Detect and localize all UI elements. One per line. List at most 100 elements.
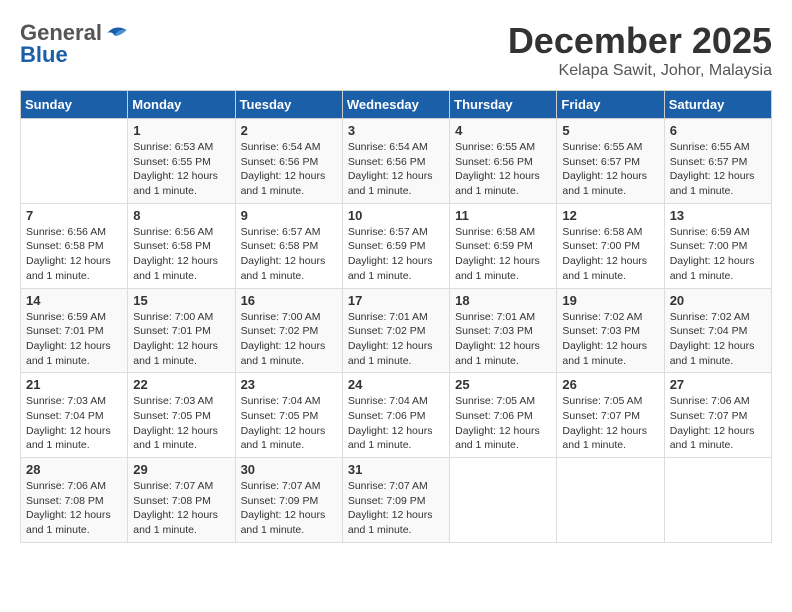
location-text: Kelapa Sawit, Johor, Malaysia <box>508 62 772 80</box>
day-number: 25 <box>455 377 551 392</box>
calendar-cell: 19 Sunrise: 7:02 AM Sunset: 7:03 PM Dayli… <box>557 288 664 373</box>
calendar-cell: 1 Sunrise: 6:53 AM Sunset: 6:55 PM Daylig… <box>128 119 235 204</box>
calendar-cell: 21Sunrise: 7:03 AM Sunset: 7:04 PM Dayli… <box>21 373 128 458</box>
day-info: Sunrise: 6:55 AM Sunset: 6:57 PM Dayligh… <box>670 140 766 199</box>
day-number: 6 <box>670 123 766 138</box>
day-number: 11 <box>455 208 551 223</box>
day-number: 3 <box>348 123 444 138</box>
calendar-cell: 14Sunrise: 6:59 AM Sunset: 7:01 PM Dayli… <box>21 288 128 373</box>
day-info: Sunrise: 7:00 AM Sunset: 7:02 PM Dayligh… <box>241 310 337 369</box>
day-info: Sunrise: 7:07 AM Sunset: 7:09 PM Dayligh… <box>241 479 337 538</box>
calendar-cell: 24Sunrise: 7:04 AM Sunset: 7:06 PM Dayli… <box>342 373 449 458</box>
day-info: Sunrise: 7:07 AM Sunset: 7:08 PM Dayligh… <box>133 479 229 538</box>
header-thursday: Thursday <box>450 91 557 119</box>
page-header: General Blue December 2025 Kelapa Sawit,… <box>20 20 772 80</box>
logo-blue-text: Blue <box>20 42 68 68</box>
day-info: Sunrise: 7:04 AM Sunset: 7:05 PM Dayligh… <box>241 394 337 453</box>
day-info: Sunrise: 6:59 AM Sunset: 7:00 PM Dayligh… <box>670 225 766 284</box>
day-number: 7 <box>26 208 122 223</box>
day-number: 30 <box>241 462 337 477</box>
day-info: Sunrise: 7:00 AM Sunset: 7:01 PM Dayligh… <box>133 310 229 369</box>
calendar-cell: 16 Sunrise: 7:00 AM Sunset: 7:02 PM Dayli… <box>235 288 342 373</box>
day-info: Sunrise: 6:58 AM Sunset: 7:00 PM Dayligh… <box>562 225 658 284</box>
day-number: 8 <box>133 208 229 223</box>
calendar-cell: 22 Sunrise: 7:03 AM Sunset: 7:05 PM Dayli… <box>128 373 235 458</box>
day-info: Sunrise: 6:53 AM Sunset: 6:55 PM Dayligh… <box>133 140 229 199</box>
day-number: 24 <box>348 377 444 392</box>
day-info: Sunrise: 6:55 AM Sunset: 6:56 PM Dayligh… <box>455 140 551 199</box>
day-number: 27 <box>670 377 766 392</box>
logo-bird-icon <box>106 24 128 42</box>
calendar-cell: 30 Sunrise: 7:07 AM Sunset: 7:09 PM Dayli… <box>235 458 342 543</box>
calendar-header-row: SundayMondayTuesdayWednesdayThursdayFrid… <box>21 91 772 119</box>
calendar-cell: 6 Sunrise: 6:55 AM Sunset: 6:57 PM Daylig… <box>664 119 771 204</box>
day-info: Sunrise: 7:01 AM Sunset: 7:03 PM Dayligh… <box>455 310 551 369</box>
calendar-cell: 8Sunrise: 6:56 AM Sunset: 6:58 PM Daylig… <box>128 203 235 288</box>
day-info: Sunrise: 6:57 AM Sunset: 6:59 PM Dayligh… <box>348 225 444 284</box>
day-number: 21 <box>26 377 122 392</box>
day-number: 19 <box>562 293 658 308</box>
day-number: 12 <box>562 208 658 223</box>
calendar-cell <box>21 119 128 204</box>
header-saturday: Saturday <box>664 91 771 119</box>
calendar-cell: 9Sunrise: 6:57 AM Sunset: 6:58 PM Daylig… <box>235 203 342 288</box>
calendar-cell: 5 Sunrise: 6:55 AM Sunset: 6:57 PM Daylig… <box>557 119 664 204</box>
day-number: 22 <box>133 377 229 392</box>
calendar-cell: 10 Sunrise: 6:57 AM Sunset: 6:59 PM Dayli… <box>342 203 449 288</box>
day-number: 17 <box>348 293 444 308</box>
day-number: 1 <box>133 123 229 138</box>
header-sunday: Sunday <box>21 91 128 119</box>
day-info: Sunrise: 6:58 AM Sunset: 6:59 PM Dayligh… <box>455 225 551 284</box>
day-info: Sunrise: 6:56 AM Sunset: 6:58 PM Dayligh… <box>26 225 122 284</box>
day-number: 16 <box>241 293 337 308</box>
calendar-cell: 26 Sunrise: 7:05 AM Sunset: 7:07 PM Dayli… <box>557 373 664 458</box>
day-info: Sunrise: 7:02 AM Sunset: 7:03 PM Dayligh… <box>562 310 658 369</box>
header-friday: Friday <box>557 91 664 119</box>
day-number: 10 <box>348 208 444 223</box>
day-info: Sunrise: 7:06 AM Sunset: 7:08 PM Dayligh… <box>26 479 122 538</box>
day-number: 14 <box>26 293 122 308</box>
calendar-cell: 28 Sunrise: 7:06 AM Sunset: 7:08 PM Dayli… <box>21 458 128 543</box>
day-info: Sunrise: 7:02 AM Sunset: 7:04 PM Dayligh… <box>670 310 766 369</box>
day-number: 13 <box>670 208 766 223</box>
logo: General Blue <box>20 20 128 68</box>
day-number: 18 <box>455 293 551 308</box>
calendar-week-row: 1 Sunrise: 6:53 AM Sunset: 6:55 PM Daylig… <box>21 119 772 204</box>
calendar-cell: 12 Sunrise: 6:58 AM Sunset: 7:00 PM Dayli… <box>557 203 664 288</box>
calendar-cell <box>450 458 557 543</box>
day-info: Sunrise: 7:03 AM Sunset: 7:05 PM Dayligh… <box>133 394 229 453</box>
day-number: 9 <box>241 208 337 223</box>
day-number: 26 <box>562 377 658 392</box>
calendar-cell: 17Sunrise: 7:01 AM Sunset: 7:02 PM Dayli… <box>342 288 449 373</box>
calendar-cell: 7 Sunrise: 6:56 AM Sunset: 6:58 PM Daylig… <box>21 203 128 288</box>
calendar-cell: 27Sunrise: 7:06 AM Sunset: 7:07 PM Dayli… <box>664 373 771 458</box>
calendar-cell: 23 Sunrise: 7:04 AM Sunset: 7:05 PM Dayli… <box>235 373 342 458</box>
day-number: 28 <box>26 462 122 477</box>
day-number: 4 <box>455 123 551 138</box>
calendar-cell: 31Sunrise: 7:07 AM Sunset: 7:09 PM Dayli… <box>342 458 449 543</box>
day-number: 29 <box>133 462 229 477</box>
calendar-week-row: 14Sunrise: 6:59 AM Sunset: 7:01 PM Dayli… <box>21 288 772 373</box>
calendar-week-row: 28 Sunrise: 7:06 AM Sunset: 7:08 PM Dayli… <box>21 458 772 543</box>
calendar-cell: 15 Sunrise: 7:00 AM Sunset: 7:01 PM Dayli… <box>128 288 235 373</box>
day-info: Sunrise: 6:54 AM Sunset: 6:56 PM Dayligh… <box>241 140 337 199</box>
calendar-cell: 4 Sunrise: 6:55 AM Sunset: 6:56 PM Daylig… <box>450 119 557 204</box>
day-info: Sunrise: 7:05 AM Sunset: 7:07 PM Dayligh… <box>562 394 658 453</box>
calendar-cell: 3Sunrise: 6:54 AM Sunset: 6:56 PM Daylig… <box>342 119 449 204</box>
day-info: Sunrise: 6:55 AM Sunset: 6:57 PM Dayligh… <box>562 140 658 199</box>
title-block: December 2025 Kelapa Sawit, Johor, Malay… <box>508 20 772 80</box>
calendar-cell: 13 Sunrise: 6:59 AM Sunset: 7:00 PM Dayli… <box>664 203 771 288</box>
day-number: 31 <box>348 462 444 477</box>
calendar-cell <box>557 458 664 543</box>
calendar-week-row: 21Sunrise: 7:03 AM Sunset: 7:04 PM Dayli… <box>21 373 772 458</box>
day-number: 20 <box>670 293 766 308</box>
day-number: 15 <box>133 293 229 308</box>
header-tuesday: Tuesday <box>235 91 342 119</box>
calendar-cell: 29 Sunrise: 7:07 AM Sunset: 7:08 PM Dayli… <box>128 458 235 543</box>
header-monday: Monday <box>128 91 235 119</box>
day-number: 5 <box>562 123 658 138</box>
calendar-cell: 20 Sunrise: 7:02 AM Sunset: 7:04 PM Dayli… <box>664 288 771 373</box>
day-number: 23 <box>241 377 337 392</box>
calendar-cell: 2Sunrise: 6:54 AM Sunset: 6:56 PM Daylig… <box>235 119 342 204</box>
month-title: December 2025 <box>508 20 772 62</box>
